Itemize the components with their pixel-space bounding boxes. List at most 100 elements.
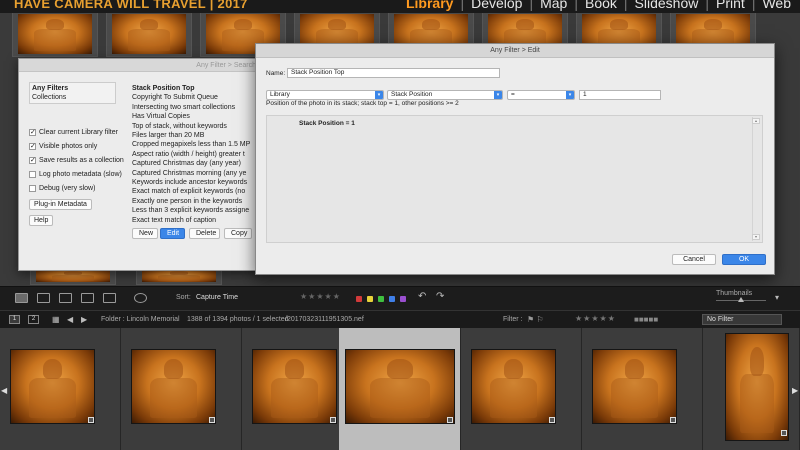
plugin-metadata-button[interactable]: Plug-in Metadata xyxy=(29,199,92,210)
grid-thumbnail[interactable] xyxy=(12,13,98,57)
filmstrip-thumbnail[interactable] xyxy=(461,328,582,450)
filter-list-item[interactable]: Cropped megapixels less than 1.5 MP xyxy=(132,140,262,149)
filter-list[interactable]: Stack Position Top Copyright To Submit Q… xyxy=(132,84,262,225)
delete-button[interactable]: Delete xyxy=(189,228,220,239)
filter-list-item[interactable]: Copyright To Submit Queue xyxy=(132,93,262,102)
module-library[interactable]: Library xyxy=(401,0,458,11)
copy-button[interactable]: Copy xyxy=(224,228,252,239)
save-collection-checkbox[interactable]: ✓ Save results as a collection xyxy=(29,156,124,165)
filter-preset-select[interactable]: No Filter xyxy=(702,314,782,325)
module-book[interactable]: Book xyxy=(580,0,622,11)
visible-only-checkbox[interactable]: ✓ Visible photos only xyxy=(29,142,97,151)
filmstrip-thumbnail[interactable] xyxy=(703,328,800,450)
forward-arrow-icon[interactable]: ▶ xyxy=(81,315,87,324)
survey-view-icon[interactable] xyxy=(81,293,94,303)
filter-list-item[interactable]: Exact match of explicit keywords (no xyxy=(132,187,262,196)
toolbar-menu-icon[interactable]: ▾ xyxy=(775,293,779,302)
clear-filter-checkbox[interactable]: ✓ Clear current Library filter xyxy=(29,128,118,137)
photo xyxy=(142,270,216,282)
dialog-title: Any Filter > Edit xyxy=(256,44,774,58)
operator-select[interactable]: = ▾ xyxy=(507,90,575,100)
compare-view-icon[interactable] xyxy=(59,293,72,303)
filter-list-item[interactable]: Exactly one person in the keywords xyxy=(132,197,262,206)
filmstrip-thumbnail-selected[interactable] xyxy=(339,328,461,450)
scroll-down-icon[interactable]: ▾ xyxy=(752,234,760,240)
filmstrip-thumbnail[interactable] xyxy=(582,328,703,450)
scroll-left-icon[interactable]: ◀ xyxy=(1,386,7,395)
filter-list-item[interactable]: Stack Position Top xyxy=(132,84,262,93)
checkbox-label: Save results as a collection xyxy=(39,157,124,164)
badge-icon xyxy=(447,417,453,423)
filter-rating-stars[interactable]: ★★★★★ xyxy=(575,314,616,323)
secondary-window-button[interactable]: 2 xyxy=(28,315,39,324)
grid-thumbnail[interactable] xyxy=(106,13,192,57)
scroll-right-icon[interactable]: ▶ xyxy=(792,386,798,395)
people-view-icon[interactable] xyxy=(103,293,116,303)
filmstrip-thumbnail[interactable] xyxy=(121,328,242,450)
field-select[interactable]: Stack Position ▾ xyxy=(387,90,503,100)
ok-button[interactable]: OK xyxy=(722,254,766,265)
filter-list-item[interactable]: Aspect ratio (width / height) greater t xyxy=(132,150,262,159)
module-web[interactable]: Web xyxy=(757,0,796,11)
purple-label-swatch[interactable] xyxy=(400,296,406,302)
name-field[interactable]: Stack Position Top xyxy=(287,68,500,78)
grid-view-icon[interactable] xyxy=(15,293,28,303)
edit-button[interactable]: Edit xyxy=(160,228,185,239)
blue-label-swatch[interactable] xyxy=(389,296,395,302)
rotate-right-icon[interactable]: ↷ xyxy=(436,291,444,302)
filter-list-item[interactable]: Less than 3 explicit keywords assigne xyxy=(132,206,262,215)
module-print[interactable]: Print xyxy=(711,0,750,11)
preset-item[interactable]: Collections xyxy=(32,93,113,102)
value-field[interactable]: 1 xyxy=(579,90,661,100)
module-slideshow[interactable]: Slideshow xyxy=(630,0,704,11)
sort-select[interactable]: Capture Time xyxy=(196,294,238,301)
module-develop[interactable]: Develop xyxy=(466,0,527,11)
slider-knob-icon[interactable] xyxy=(738,297,744,302)
filter-list-item[interactable]: Intersecting two smart collections xyxy=(132,103,262,112)
loupe-view-icon[interactable] xyxy=(37,293,50,303)
filter-list-item[interactable]: Exact text match of caption xyxy=(132,216,262,225)
flag-filter-icon[interactable]: ⚑ ⚐ xyxy=(527,315,544,324)
module-separator: | xyxy=(623,0,628,11)
new-button[interactable]: New xyxy=(132,228,158,239)
back-arrow-icon[interactable]: ◀ xyxy=(67,315,73,324)
cancel-button[interactable]: Cancel xyxy=(672,254,716,265)
help-button[interactable]: Help xyxy=(29,215,54,226)
preset-item[interactable]: Any Filters xyxy=(32,84,113,93)
badge-icon xyxy=(781,430,787,436)
debug-checkbox[interactable]: Debug (very slow) xyxy=(29,184,95,193)
filter-list-item[interactable]: Top of stack, without keywords xyxy=(132,122,262,131)
module-map[interactable]: Map xyxy=(535,0,572,11)
scroll-up-icon[interactable]: ▴ xyxy=(752,118,760,124)
module-separator: | xyxy=(705,0,710,11)
color-filter-icon[interactable]: ■■■■■ xyxy=(634,315,658,324)
filter-list-item[interactable]: Captured Christmas day (any year) xyxy=(132,159,262,168)
primary-window-button[interactable]: 1 xyxy=(9,315,20,324)
red-label-swatch[interactable] xyxy=(356,296,362,302)
spray-can-icon[interactable] xyxy=(134,293,147,303)
category-select[interactable]: Library ▾ xyxy=(266,90,384,100)
photo xyxy=(112,14,186,54)
filter-list-item[interactable]: Keywords include ancestor keywords xyxy=(132,178,262,187)
filmstrip-header: 1 2 ▦ ◀ ▶ Folder : Lincoln Memorial 1388… xyxy=(0,310,800,328)
select-value: = xyxy=(511,91,515,98)
filter-list-item[interactable]: Files larger than 20 MB xyxy=(132,131,262,140)
grid-icon[interactable]: ▦ xyxy=(52,315,60,324)
green-label-swatch[interactable] xyxy=(378,296,384,302)
filter-list-item[interactable]: Has Virtual Copies xyxy=(132,112,262,121)
rating-stars[interactable]: ★★★★★ xyxy=(300,292,341,301)
scrollbar[interactable]: ▴ ▾ xyxy=(752,117,760,241)
preset-list[interactable]: Any Filters Collections xyxy=(29,82,116,104)
selected-filename[interactable]: /20170323111951305.nef xyxy=(285,316,364,323)
checkbox-label: Visible photos only xyxy=(39,143,98,150)
photo xyxy=(18,14,92,54)
photo-count: 1388 of 1394 photos / 1 selected xyxy=(187,316,289,323)
log-metadata-checkbox[interactable]: Log photo metadata (slow) xyxy=(29,170,122,179)
photo xyxy=(725,333,789,441)
source-folder[interactable]: Folder : Lincoln Memorial xyxy=(101,316,180,323)
rotate-left-icon[interactable]: ↶ xyxy=(418,291,426,302)
filmstrip-thumbnail[interactable] xyxy=(0,328,121,450)
yellow-label-swatch[interactable] xyxy=(367,296,373,302)
filter-list-item[interactable]: Captured Christmas morning (any ye xyxy=(132,169,262,178)
module-bar: HAVE CAMERA WILL TRAVEL | 2017 Library | … xyxy=(0,0,800,13)
